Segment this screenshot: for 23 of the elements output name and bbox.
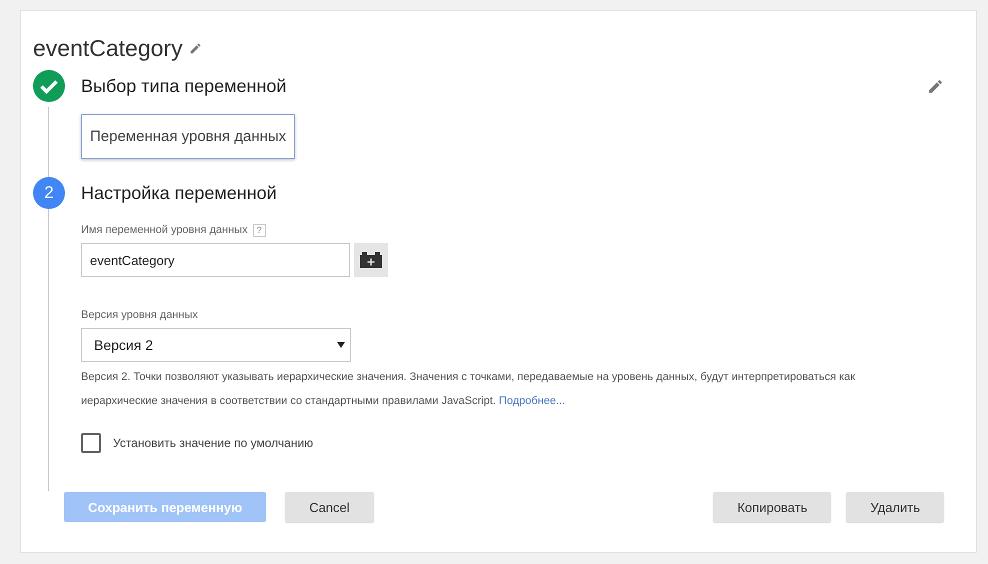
version-dropdown[interactable]: Версия 2 (81, 328, 351, 362)
checkbox-label: Установить значение по умолчанию (113, 436, 314, 450)
step-heading: Настройка переменной (81, 182, 278, 204)
help-icon[interactable]: ? (252, 224, 266, 236)
checkmark-icon (33, 70, 65, 102)
action-button[interactable]: Cancel (285, 492, 374, 522)
learn-more-link[interactable]: Подробнее... (498, 395, 566, 407)
action-button[interactable]: Копировать (713, 492, 832, 522)
dropdown-arrow-icon (337, 342, 345, 348)
variable-title: eventCategory (33, 34, 183, 62)
variable-name-field[interactable]: eventCategory (81, 243, 350, 277)
checkbox[interactable] (81, 433, 101, 453)
edit-icon[interactable] (927, 78, 944, 94)
variable-type-card[interactable]: Переменная уровня данных (81, 114, 296, 159)
pencil-icon[interactable] (188, 42, 202, 54)
select-label: Версия уровня данных (81, 309, 198, 321)
step-number: 2 (33, 177, 65, 209)
description-text: Версия 2. Точки позволяют указывать иерархические значения. Значения с точками, передаваемые на уровень данных, будут интерпретироваться как иерархические значения в соответствии со стандартными правилами JavaScript. Подробнее... (81, 370, 856, 409)
insert-variable-button[interactable] (354, 243, 388, 277)
step-heading: Выбор типа переменной (81, 76, 288, 96)
brick-plus-icon (360, 252, 382, 268)
action-button[interactable]: Удалить (846, 492, 944, 522)
field-label: Имя переменной уровня данных (81, 224, 248, 236)
